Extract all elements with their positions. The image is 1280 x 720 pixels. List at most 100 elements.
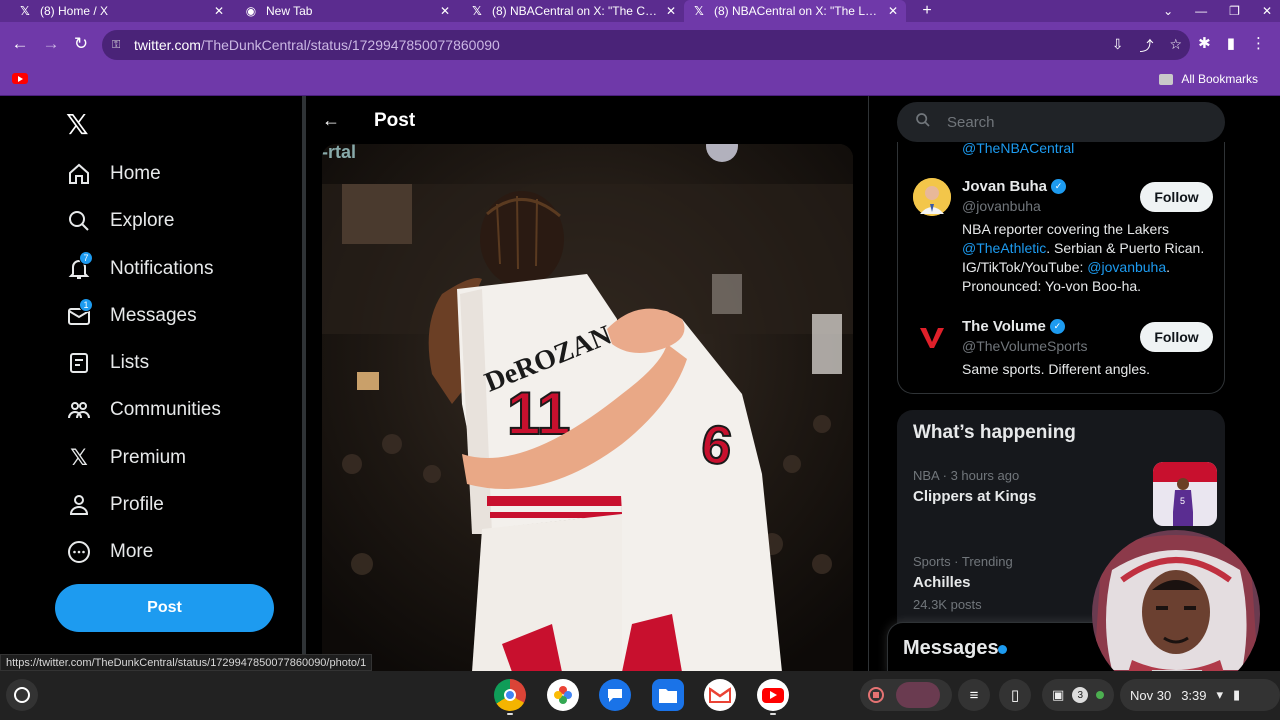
record-stop-icon[interactable] [868, 687, 884, 703]
nav-item-profile[interactable]: Profile [66, 489, 164, 521]
system-tray[interactable]: Nov 30 3:39 ▾ ▮ [1120, 679, 1280, 711]
tab-search-icon[interactable]: ⌄ [1163, 4, 1173, 18]
bell-icon: 7 [66, 251, 93, 282]
tab-new-tab[interactable]: ◉ New Tab ✕ [236, 0, 458, 22]
follow-suggestion[interactable]: Jovan Buha ✓ @jovanbuha NBA reporter cov… [913, 178, 1213, 298]
nav-item-premium[interactable]: 𝕏 Premium [66, 442, 186, 474]
address-bar[interactable]: ⚿ twitter.com/TheDunkCentral/status/1729… [102, 30, 1190, 60]
tab-nbacentral-lakers[interactable]: 𝕏 (8) NBACentral on X: "The Laker ✕ [684, 0, 906, 22]
close-icon[interactable]: ✕ [666, 4, 676, 18]
trend-item[interactable]: NBA · 3 hours ago Clippers at Kings 5 [913, 462, 1217, 526]
wifi-icon: ▾ [1216, 687, 1224, 702]
nav-item-communities[interactable]: Communities [66, 394, 221, 426]
chrome-icon: ◉ [245, 4, 257, 18]
messages-app-icon[interactable] [599, 679, 631, 711]
people-icon [66, 397, 92, 423]
search-placeholder: Search [947, 113, 995, 131]
section-title: What’s happening [913, 422, 1076, 443]
close-icon[interactable]: ✕ [888, 4, 898, 18]
date-text: Nov 30 [1130, 687, 1172, 703]
account-name[interactable]: The Volume ✓ [962, 318, 1065, 335]
youtube-app-icon[interactable] [757, 679, 789, 715]
account-name-text: The Volume [962, 318, 1046, 335]
avatar[interactable] [913, 318, 951, 356]
list-icon [66, 350, 92, 376]
browser-toolbar: ← → ↻ ⚿ twitter.com/TheDunkCentral/statu… [0, 22, 1280, 68]
extensions-icon[interactable]: ✱ [1198, 34, 1211, 52]
svg-text:5: 5 [1180, 496, 1185, 506]
all-bookmarks-button[interactable]: All Bookmarks [1159, 72, 1258, 86]
share-icon[interactable]: ⤴ [1139, 36, 1153, 56]
capture-tray[interactable] [860, 679, 952, 711]
notification-tray[interactable]: ▣ 3 [1042, 679, 1114, 711]
phone-hub-icon[interactable]: ▯ [999, 679, 1031, 711]
bookmarks-bar: All Bookmarks [0, 68, 1280, 96]
nav-label: Home [110, 163, 161, 184]
install-icon[interactable]: ⇩ [1112, 36, 1124, 56]
status-dot [1096, 691, 1105, 699]
close-icon[interactable]: ✕ [214, 4, 224, 18]
back-arrow-icon[interactable]: ← [322, 110, 340, 131]
post-button[interactable]: Post [55, 584, 274, 632]
menu-icon[interactable]: ⋮ [1251, 34, 1266, 52]
bio-link[interactable]: @TheAthletic [962, 240, 1046, 256]
follow-suggestion[interactable]: The Volume ✓ @TheVolumeSports Same sport… [913, 318, 1213, 378]
avatar[interactable] [913, 178, 951, 216]
x-icon: 𝕏 [694, 4, 704, 18]
nav-item-lists[interactable]: Lists [66, 347, 149, 379]
home-icon [66, 161, 92, 187]
side-panel-icon[interactable]: ▮ [1227, 34, 1235, 52]
tab-title: (8) Home / X [40, 4, 109, 18]
all-bookmarks-label: All Bookmarks [1181, 72, 1258, 86]
nav-label: Messages [110, 305, 197, 326]
tab-title: (8) NBACentral on X: "The Laker [714, 4, 882, 18]
browser-tab-strip: 𝕏 (8) Home / X ✕ ◉ New Tab ✕ 𝕏 (8) NBACe… [0, 0, 1280, 22]
messages-drawer-title: Messages [903, 637, 999, 659]
notifications-badge: 7 [79, 251, 93, 265]
account-name[interactable]: Jovan Buha ✓ [962, 178, 1067, 195]
window-thumbnail[interactable] [896, 682, 940, 708]
nav-item-explore[interactable]: Explore [66, 205, 174, 237]
nav-item-more[interactable]: More [66, 536, 153, 568]
new-tab-button[interactable]: + [918, 0, 936, 22]
restore-icon[interactable]: ❐ [1229, 4, 1240, 18]
previous-handle-link[interactable]: @TheNBACentral [962, 140, 1074, 156]
bookmark-star-icon[interactable]: ☆ [1169, 36, 1182, 56]
nav-label: Notifications [110, 258, 214, 279]
nav-item-home[interactable]: Home [66, 158, 161, 190]
close-icon[interactable]: ✕ [440, 4, 450, 18]
x-logo-icon[interactable]: 𝕏 [66, 108, 89, 141]
nav-item-messages[interactable]: 1 Messages [66, 298, 197, 332]
post-column: ← Post -rtal DeROZAN 11 6 [306, 96, 868, 672]
nav-label: Explore [110, 210, 175, 231]
gmail-app-icon[interactable] [704, 679, 736, 711]
chrome-app-icon[interactable] [494, 679, 526, 715]
nav-label: Premium [110, 447, 187, 468]
launcher-button[interactable] [6, 679, 38, 711]
files-app-icon[interactable] [652, 679, 684, 711]
tab-nbacentral-chicago[interactable]: 𝕏 (8) NBACentral on X: "The Chica ✕ [462, 0, 684, 22]
account-bio: Same sports. Different angles. [962, 360, 1217, 379]
search-input[interactable]: Search [897, 102, 1225, 142]
follow-button[interactable]: Follow [1140, 322, 1213, 352]
youtube-bookmark-icon[interactable] [12, 73, 28, 84]
bio-link[interactable]: @jovanbuha [1087, 259, 1166, 275]
person-icon [66, 492, 92, 518]
nav-label: Communities [110, 399, 221, 420]
forward-icon[interactable]: → [40, 33, 62, 55]
account-name-text: Jovan Buha [962, 178, 1048, 195]
nav-item-notifications[interactable]: 7 Notifications [66, 251, 214, 285]
unread-dot [998, 645, 1007, 654]
bio-text: Same sports. Different angles. [962, 361, 1151, 377]
media-controls-icon[interactable]: ≡ [958, 679, 990, 711]
back-icon[interactable]: ← [9, 33, 31, 55]
minimize-icon[interactable]: — [1195, 4, 1207, 18]
follow-button[interactable]: Follow [1140, 182, 1213, 212]
photos-app-icon[interactable] [547, 679, 579, 711]
svg-text:-rtal: -rtal [322, 144, 356, 162]
post-photo[interactable]: -rtal DeROZAN 11 6 [322, 144, 853, 672]
site-info-icon[interactable]: ⚿ [112, 39, 126, 52]
reload-icon[interactable]: ↻ [70, 33, 92, 55]
close-window-icon[interactable]: ✕ [1262, 4, 1272, 18]
tab-home-x[interactable]: 𝕏 (8) Home / X ✕ [10, 0, 232, 22]
